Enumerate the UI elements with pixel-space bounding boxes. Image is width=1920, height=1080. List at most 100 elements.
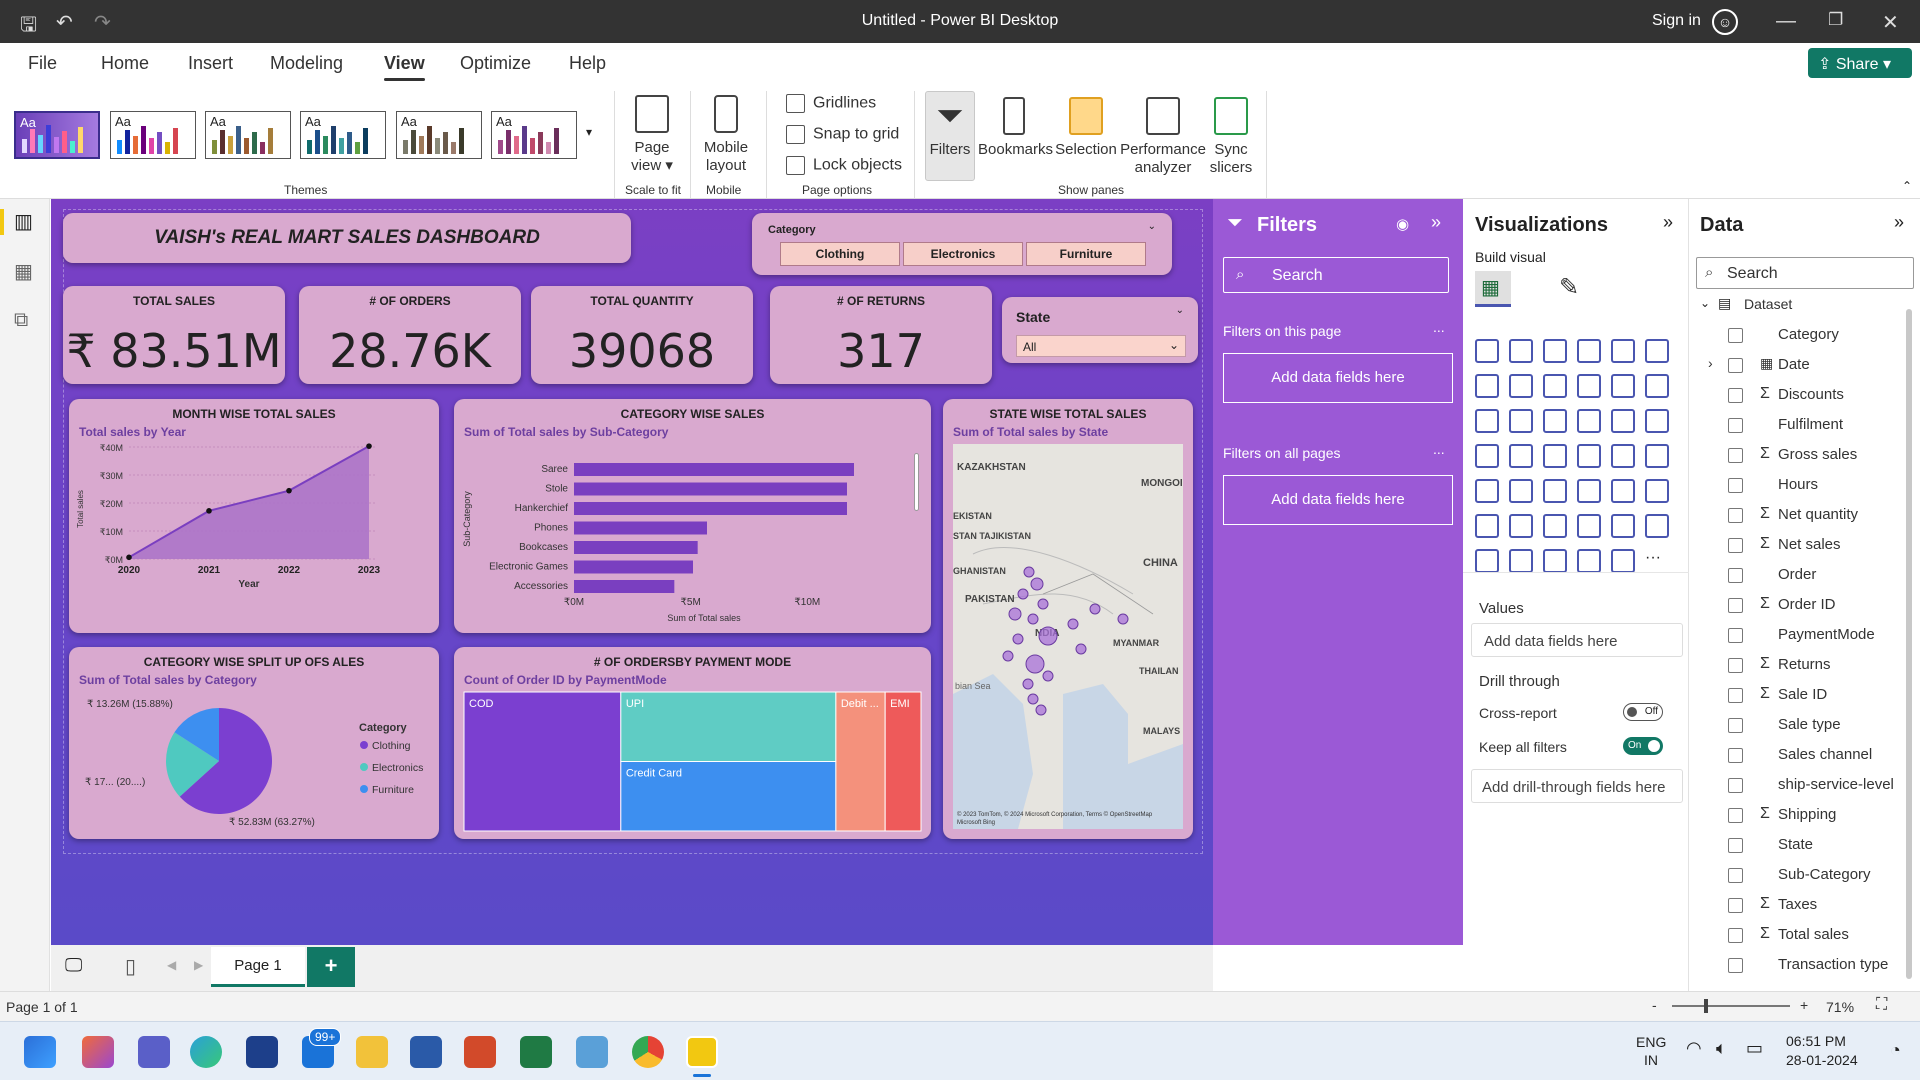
collapse-pane-icon[interactable]: » (1431, 212, 1441, 233)
add-page-button[interactable]: + (307, 947, 355, 987)
paginated-visual-icon[interactable] (1645, 514, 1669, 538)
model-view-icon[interactable]: ⧉ (14, 309, 28, 332)
power-apps-visual-icon[interactable] (1475, 549, 1499, 573)
powerpoint-icon[interactable] (464, 1036, 496, 1068)
menu-home[interactable]: Home (101, 53, 149, 74)
filters-pane-button[interactable]: ⏷ Filters (925, 97, 975, 159)
gauge-visual-icon[interactable] (1577, 444, 1601, 468)
theme-5[interactable]: Aa (396, 111, 482, 159)
state-dropdown[interactable]: All ⌄ (1016, 335, 1186, 357)
themes-expand-icon[interactable]: ▾ (586, 125, 592, 139)
line-visual-icon[interactable] (1475, 374, 1499, 398)
stacked-column-visual-icon[interactable] (1509, 339, 1533, 363)
menu-insert[interactable]: Insert (188, 53, 233, 74)
add-all-pages-filter-field[interactable]: Add data fields here (1223, 475, 1453, 525)
funnel-visual-icon[interactable] (1509, 409, 1533, 433)
slicer-visual-icon[interactable] (1509, 479, 1533, 503)
theme-6[interactable]: Aa (491, 111, 577, 159)
kpi-returns[interactable]: # OF RETURNS 317 (770, 286, 992, 384)
goals-visual-icon[interactable] (1611, 514, 1635, 538)
theme-1[interactable]: Aa (14, 111, 100, 159)
menu-modeling[interactable]: Modeling (270, 53, 343, 74)
format-visual-icon[interactable]: ✎ (1559, 273, 1579, 302)
field-checkbox[interactable] (1728, 808, 1743, 823)
pie-visual-icon[interactable] (1577, 409, 1601, 433)
filled-map-visual-icon[interactable] (1509, 444, 1533, 468)
filters-search-input[interactable]: ⌕ Search (1223, 257, 1449, 293)
line-column-visual-icon[interactable] (1577, 374, 1601, 398)
100-bar-visual-icon[interactable] (1611, 339, 1635, 363)
minimize-icon[interactable]: — (1776, 10, 1796, 33)
build-visual-tab[interactable]: ▦ (1475, 271, 1511, 307)
payment-mode-treemap[interactable]: # OF ORDERSBY PAYMENT MODE Count of Orde… (454, 647, 931, 839)
field-checkbox[interactable] (1728, 388, 1743, 403)
clustered-column-visual-icon[interactable] (1577, 339, 1601, 363)
card-visual-icon[interactable] (1611, 444, 1635, 468)
table-visual-icon[interactable] (1543, 479, 1567, 503)
treemap-visual-icon[interactable] (1645, 409, 1669, 433)
collapse-ribbon-icon[interactable]: ⌃ (1902, 179, 1912, 193)
chart-scrollbar[interactable] (914, 453, 919, 511)
field-checkbox[interactable] (1728, 958, 1743, 973)
menu-file[interactable]: File (28, 53, 57, 74)
edge-icon[interactable] (190, 1036, 222, 1068)
key-influencers-visual-icon[interactable] (1475, 514, 1499, 538)
field-checkbox[interactable] (1728, 868, 1743, 883)
notification-icon[interactable]: ◔ (1890, 1040, 1901, 1061)
zoom-out-icon[interactable]: - (1652, 997, 1657, 1013)
zoom-slider-thumb[interactable] (1704, 999, 1708, 1013)
performance-analyzer-button[interactable]: Performance analyzer (1120, 97, 1206, 177)
sign-in-link[interactable]: Sign in (1652, 12, 1701, 30)
word-icon[interactable] (410, 1036, 442, 1068)
narrative-visual-icon[interactable] (1577, 514, 1601, 538)
start-icon[interactable] (24, 1036, 56, 1068)
slicer-chevron-icon[interactable]: ⌄ (1148, 221, 1156, 232)
kpi-visual-icon[interactable] (1475, 479, 1499, 503)
slicer-option-furniture[interactable]: Furniture (1026, 242, 1146, 266)
map-svg[interactable]: KAZAKHSTAN MONGOI EKISTAN STAN TAJIKISTA… (953, 444, 1183, 829)
state-sales-map[interactable]: STATE WISE TOTAL SALES Sum of Total sale… (943, 399, 1193, 839)
slicer-chevron-icon[interactable]: ⌄ (1176, 305, 1184, 316)
keep-filters-toggle[interactable]: On (1623, 737, 1663, 755)
power-bi-icon[interactable] (686, 1036, 718, 1068)
field-checkbox[interactable] (1728, 658, 1743, 673)
menu-help[interactable]: Help (569, 53, 606, 74)
cross-report-toggle[interactable]: Off (1623, 703, 1663, 721)
battery-icon[interactable]: ▭ (1746, 1038, 1763, 1059)
slicer-option-clothing[interactable]: Clothing (780, 242, 900, 266)
page-tab-1[interactable]: Page 1 (211, 947, 305, 987)
field-checkbox[interactable] (1728, 628, 1743, 643)
copilot-icon[interactable] (82, 1036, 114, 1068)
store-icon[interactable] (246, 1036, 278, 1068)
more-options-icon[interactable]: ... (1433, 319, 1445, 335)
lock-objects-checkbox[interactable]: Lock objects (786, 156, 902, 175)
collapse-pane-icon[interactable]: » (1663, 212, 1673, 233)
app-icon[interactable] (576, 1036, 608, 1068)
donut-visual-icon[interactable] (1611, 409, 1635, 433)
field-checkbox[interactable] (1728, 598, 1743, 613)
ribbon-visual-icon[interactable] (1611, 374, 1635, 398)
shape-map-visual-icon[interactable] (1577, 549, 1601, 573)
decomposition-visual-icon[interactable] (1509, 514, 1533, 538)
selection-pane-button[interactable]: Selection (1052, 97, 1120, 159)
file-explorer-icon[interactable] (356, 1036, 388, 1068)
field-checkbox[interactable] (1728, 478, 1743, 493)
table-view-icon[interactable]: ▦ (14, 259, 33, 284)
data-scrollbar[interactable] (1906, 309, 1912, 979)
close-icon[interactable]: ✕ (1882, 10, 1899, 35)
field-checkbox[interactable] (1728, 508, 1743, 523)
account-icon[interactable]: ☺ (1712, 9, 1738, 35)
add-drill-through-field[interactable]: Add drill-through fields here (1471, 769, 1683, 803)
field-checkbox[interactable] (1728, 568, 1743, 583)
page-view-button[interactable]: Page view ▾ (626, 95, 678, 175)
category-sales-chart[interactable]: CATEGORY WISE SALES Sum of Total sales b… (454, 399, 931, 633)
kpi-quantity[interactable]: TOTAL QUANTITY 39068 (531, 286, 753, 384)
theme-4[interactable]: Aa (300, 111, 386, 159)
menu-optimize[interactable]: Optimize (460, 53, 531, 74)
kpi-orders[interactable]: # OF ORDERS 28.76K (299, 286, 521, 384)
mobile-layout-icon[interactable]: ▯ (125, 954, 136, 979)
teams-icon[interactable] (138, 1036, 170, 1068)
field-checkbox[interactable] (1728, 538, 1743, 553)
r-visual-visual-icon[interactable] (1611, 479, 1635, 503)
add-values-field[interactable]: Add data fields here (1471, 623, 1683, 657)
